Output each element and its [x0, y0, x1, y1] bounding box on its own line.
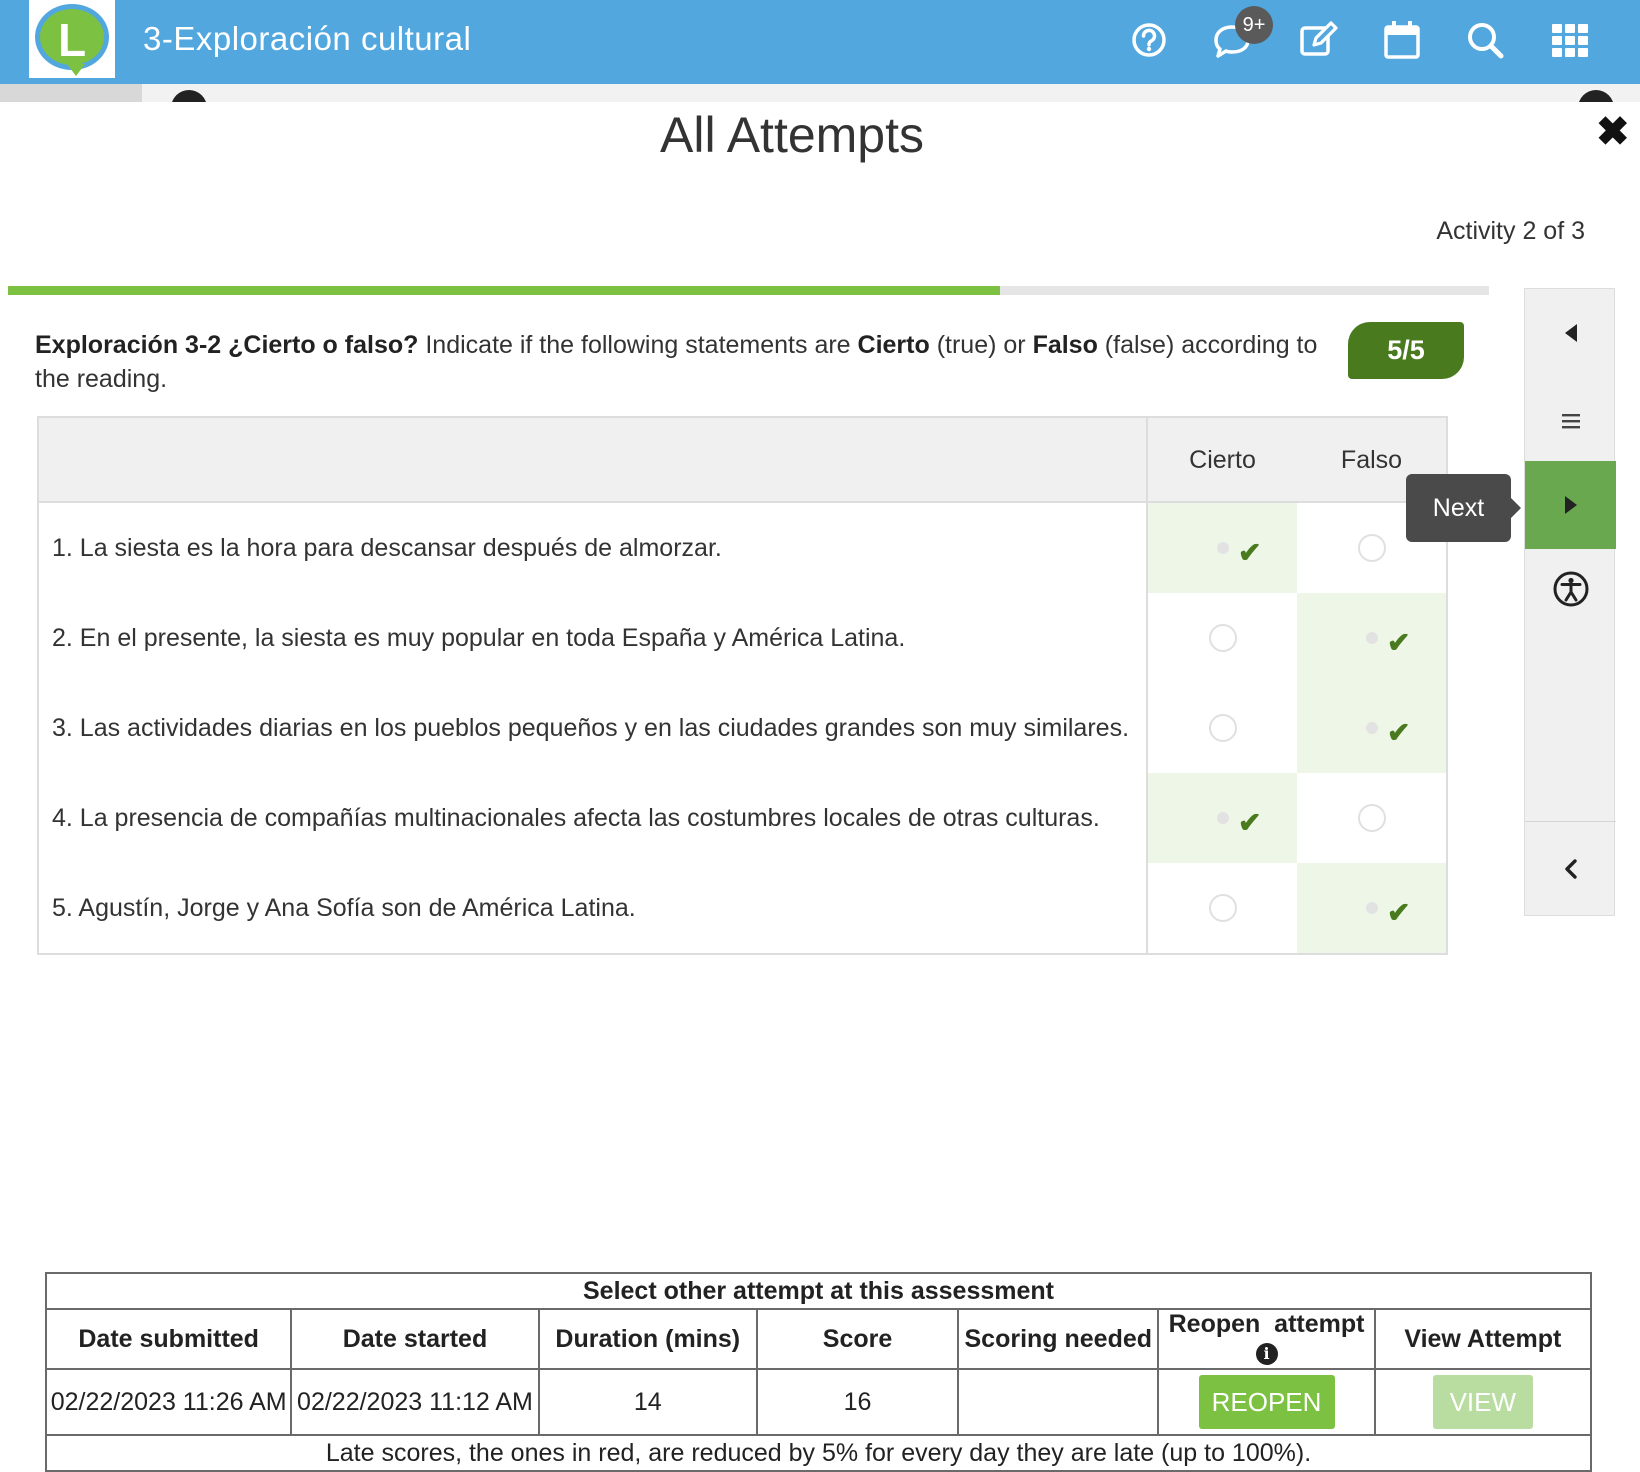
- radio-button[interactable]: [1208, 714, 1237, 742]
- question-prompt: Exploración 3-2 ¿Cierto o falso? Indicat…: [35, 331, 1318, 393]
- question-row: 4. La presencia de compañías multinacion…: [39, 773, 1446, 863]
- notifications-badge: 9+: [1235, 6, 1273, 44]
- duration: 14: [537, 1368, 758, 1436]
- progress-fill: [8, 286, 1001, 295]
- question-table: Cierto Falso 1. La siesta es la hora par…: [37, 416, 1448, 955]
- answer-cell-cierto: ✔: [1148, 773, 1297, 863]
- accessibility-icon[interactable]: [1525, 545, 1616, 633]
- header-duration: Duration (mins): [537, 1308, 758, 1370]
- question-row: 5. Agustín, Jorge y Ana Sofía son de Amé…: [39, 863, 1446, 953]
- selected-radio[interactable]: [1209, 804, 1237, 832]
- statement-text: 2. En el presente, la siesta es muy popu…: [39, 593, 1148, 683]
- top-bar: L 3-Exploración cultural 9+: [0, 0, 1640, 84]
- check-icon: ✔: [1238, 537, 1262, 568]
- calendar-icon[interactable]: [1380, 18, 1424, 62]
- score: 16: [755, 1368, 960, 1436]
- header-date-submitted: Date submitted: [44, 1308, 293, 1370]
- answer-cell-falso: ✔: [1297, 683, 1446, 773]
- next-tooltip: Next: [1406, 474, 1521, 542]
- edit-icon[interactable]: [1296, 18, 1340, 62]
- column-header-cierto: Cierto: [1189, 446, 1256, 474]
- radio-button[interactable]: [1208, 624, 1237, 652]
- statement-text: 4. La presencia de compañías multinacion…: [39, 773, 1148, 863]
- reopen-cell: REOPEN: [1157, 1368, 1376, 1436]
- view-button[interactable]: VIEW: [1432, 1375, 1533, 1429]
- date-submitted: 02/22/2023 11:26 AM: [44, 1368, 293, 1436]
- late-scores-note: Late scores, the ones in red, are reduce…: [45, 1434, 1592, 1472]
- side-navigation: [1524, 288, 1616, 916]
- radio-button[interactable]: [1208, 894, 1237, 922]
- radio-button[interactable]: [1357, 534, 1386, 562]
- question-title: Exploración 3-2 ¿Cierto o falso?: [35, 331, 419, 359]
- statement-text: 5. Agustín, Jorge y Ana Sofía son de Amé…: [39, 863, 1148, 953]
- search-icon[interactable]: [1463, 18, 1507, 62]
- apps-grid-icon[interactable]: [1548, 18, 1592, 62]
- answer-cell-falso: ✔: [1297, 593, 1446, 683]
- collapse-panel-button[interactable]: [1525, 825, 1616, 913]
- check-icon: ✔: [1387, 717, 1411, 748]
- scoring-needed: [957, 1368, 1160, 1436]
- selected-radio[interactable]: [1209, 534, 1237, 562]
- statement-text: 3. Las actividades diarias en los pueblo…: [39, 683, 1148, 773]
- answer-cell-falso: [1297, 773, 1446, 863]
- previous-activity-button[interactable]: [1525, 289, 1616, 377]
- radio-button[interactable]: [1357, 804, 1386, 832]
- app-logo[interactable]: L: [29, 0, 115, 78]
- app-title: 3-Exploración cultural: [143, 20, 472, 57]
- question-row: 2. En el presente, la siesta es muy popu…: [39, 593, 1446, 683]
- header-date-started: Date started: [290, 1308, 540, 1370]
- activity-counter: Activity 2 of 3: [1436, 217, 1585, 245]
- question-row: 3. Las actividades diarias en los pueblo…: [39, 683, 1446, 773]
- info-icon[interactable]: i: [1255, 1343, 1278, 1365]
- attempts-caption: Select other attempt at this assessment: [45, 1272, 1592, 1310]
- score-badge: 5/5: [1348, 322, 1464, 379]
- close-icon[interactable]: ✖: [1596, 112, 1630, 152]
- attempts-table: Select other attempt at this assessment …: [44, 1272, 1593, 1472]
- sub-bar: [0, 84, 1640, 126]
- next-activity-button[interactable]: [1525, 461, 1616, 549]
- selected-radio[interactable]: [1358, 894, 1386, 922]
- selected-radio[interactable]: [1358, 714, 1386, 742]
- modal-title: All Attempts: [660, 107, 924, 163]
- attempt-row[interactable]: 02/22/2023 11:26 AM 02/22/2023 11:12 AM …: [44, 1368, 1593, 1436]
- header-view-attempt: View Attempt: [1373, 1308, 1593, 1370]
- progress-bar: [8, 286, 1489, 295]
- menu-icon[interactable]: [1525, 377, 1616, 465]
- check-icon: ✔: [1387, 897, 1411, 928]
- header-scoring-needed: Scoring needed: [957, 1308, 1160, 1370]
- help-icon[interactable]: [1127, 18, 1171, 62]
- check-icon: ✔: [1238, 807, 1262, 838]
- answer-cell-cierto: [1148, 593, 1297, 683]
- header-score: Score: [755, 1308, 960, 1370]
- table-header: Cierto Falso: [39, 418, 1446, 503]
- header-reopen-attempt: Reopen attempt i: [1157, 1308, 1376, 1370]
- statement-text: 1. La siesta es la hora para descansar d…: [39, 503, 1148, 593]
- view-cell: VIEW: [1373, 1368, 1593, 1436]
- answer-cell-cierto: [1148, 683, 1297, 773]
- question-row: 1. La siesta es la hora para descansar d…: [39, 503, 1446, 593]
- answer-cell-falso: ✔: [1297, 863, 1446, 953]
- date-started: 02/22/2023 11:12 AM: [290, 1368, 540, 1436]
- all-attempts-modal: All Attempts ✖ Activity 2 of 3 Exploraci…: [0, 102, 1640, 1472]
- check-icon: ✔: [1387, 627, 1411, 658]
- reopen-button[interactable]: REOPEN: [1198, 1375, 1335, 1429]
- answer-cell-cierto: ✔: [1148, 503, 1297, 593]
- answer-cell-cierto: [1148, 863, 1297, 953]
- selected-radio[interactable]: [1358, 624, 1386, 652]
